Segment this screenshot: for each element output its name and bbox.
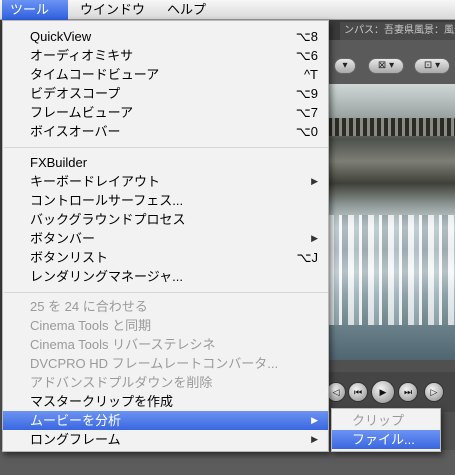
menu-item-label: QuickView (30, 29, 92, 44)
menu-item-shortcut: ⌥8 (295, 29, 318, 44)
menu-item-label: コントロールサーフェス... (30, 193, 184, 208)
viewer-dropdown-3[interactable]: ⊡ ▾ (414, 58, 450, 74)
menu-item-shortcut: ⌥0 (295, 124, 318, 139)
analyze-movie-submenu: クリップ ファイル... (331, 408, 441, 452)
menu-item-background-processes[interactable]: バックグラウンドプロセス (3, 210, 328, 229)
menu-item-audio-mixer[interactable]: オーディオミキサ ⌥6 (3, 46, 328, 65)
prev-edit-button[interactable]: ⏮ (348, 382, 368, 402)
menu-item-label: FXBuilder (30, 155, 88, 170)
play-button[interactable]: ▶ (371, 380, 395, 404)
menu-item-analyze-movie[interactable]: ムービーを分析 ▶ (3, 411, 328, 430)
menu-item-render-manager[interactable]: レンダリングマネージャ... (3, 267, 328, 286)
menu-item-video-scopes[interactable]: ビデオスコープ ⌥9 (3, 84, 328, 103)
menu-item-shortcut: ⌥6 (295, 48, 318, 63)
mark-button[interactable]: ▷ (424, 382, 444, 402)
submenu-arrow-icon: ▶ (311, 434, 318, 444)
submenu-arrow-icon: ▶ (311, 233, 318, 243)
menu-item-label: フレームビューア (30, 105, 134, 120)
menu-item-label: ボタンバー (30, 231, 96, 246)
menu-separator (4, 147, 328, 148)
menu-item-long-frames[interactable]: ロングフレーム ▶ (3, 430, 328, 449)
menu-item-button-bars[interactable]: ボタンバー ▶ (3, 229, 328, 248)
menu-item-label: バックグラウンドプロセス (30, 212, 186, 227)
menu-item-label: タイムコードビューア (30, 67, 160, 82)
menu-item-control-surface[interactable]: コントロールサーフェス... (3, 191, 328, 210)
menu-item-shortcut: ⌥9 (295, 86, 318, 101)
menu-tools[interactable]: ツール (2, 0, 68, 20)
menu-item-label: ビデオスコープ (30, 86, 121, 101)
menu-item-label: オーディオミキサ (30, 48, 134, 63)
menu-item-label: ボイスオーバー (30, 124, 121, 139)
submenu-item-clip: クリップ (332, 411, 440, 430)
bottom-bar (0, 450, 455, 475)
menu-item-shortcut: ⌥7 (295, 105, 318, 120)
menu-item-label: マスタークリップを作成 (30, 394, 174, 409)
menu-item-label: Cinema Tools リバーステレシネ (30, 337, 216, 352)
menu-item-label: Cinema Tools と同期 (30, 318, 152, 333)
menu-separator (4, 292, 328, 293)
viewer-dropdown-1[interactable]: ▾ (334, 58, 356, 74)
menu-item-label: ボタンリスト (30, 250, 109, 265)
menu-item-label: 25 を 24 に合わせる (30, 299, 148, 314)
menu-item-quickview[interactable]: QuickView ⌥8 (3, 27, 328, 46)
submenu-arrow-icon: ▶ (311, 415, 318, 425)
menu-item-button-list[interactable]: ボタンリスト ⌥J (3, 248, 328, 267)
menu-item-dvcpro-hd-frame-rate-converter: DVCPRO HD フレームレートコンバータ... (3, 354, 328, 373)
viewer-dropdown-2[interactable]: ⊠ ▾ (368, 58, 404, 74)
menu-item-label: アドバンスドプルダウンを削除 (30, 375, 213, 390)
menu-bar: ツール ウインドウ ヘルプ (0, 0, 455, 20)
menu-item-label: ロングフレーム (30, 432, 121, 447)
menu-item-label: キーボードレイアウト (30, 174, 161, 189)
menu-item-timecode-viewer[interactable]: タイムコードビューア ^T (3, 65, 328, 84)
menu-item-label: DVCPRO HD フレームレートコンバータ... (30, 356, 279, 371)
next-edit-button[interactable]: ⏭ (398, 382, 418, 402)
jog-back-button[interactable]: ◁ (326, 382, 346, 402)
menu-item-fxbuilder[interactable]: FXBuilder (3, 153, 328, 172)
menu-item-keyboard-layout[interactable]: キーボードレイアウト ▶ (3, 172, 328, 191)
menu-item-create-master-clip[interactable]: マスタークリップを作成 (3, 392, 328, 411)
submenu-item-file[interactable]: ファイル... (332, 430, 440, 449)
video-waterfall-detail (328, 215, 455, 325)
video-bridge-detail (328, 118, 455, 136)
menu-item-conform-25-to-24: 25 を 24 に合わせる (3, 297, 328, 316)
menu-item-remove-advanced-pulldown: アドバンスドプルダウンを削除 (3, 373, 328, 392)
submenu-item-label: クリップ (352, 413, 405, 428)
menu-item-label: レンダリングマネージャ... (30, 269, 183, 284)
menu-item-frame-viewer[interactable]: フレームビューア ⌥7 (3, 103, 328, 122)
menu-item-label: ムービーを分析 (30, 413, 122, 428)
submenu-arrow-icon: ▶ (311, 176, 318, 186)
menu-item-sync-cinema-tools: Cinema Tools と同期 (3, 316, 328, 335)
submenu-item-label: ファイル... (352, 432, 415, 447)
menu-item-shortcut: ^T (303, 67, 318, 82)
menu-help[interactable]: ヘルプ (159, 0, 214, 20)
tools-menu: QuickView ⌥8 オーディオミキサ ⌥6 タイムコードビューア ^T ビデオス… (2, 20, 329, 452)
menu-item-shortcut: ⌥J (296, 250, 318, 265)
menu-window[interactable]: ウインドウ (72, 0, 153, 20)
menu-item-cinema-tools-reverse-telecine: Cinema Tools リバーステレシネ (3, 335, 328, 354)
menu-item-voice-over[interactable]: ボイスオーバー ⌥0 (3, 122, 328, 141)
viewer-title: ンパス：吾妻県風景：風景 (340, 22, 455, 40)
